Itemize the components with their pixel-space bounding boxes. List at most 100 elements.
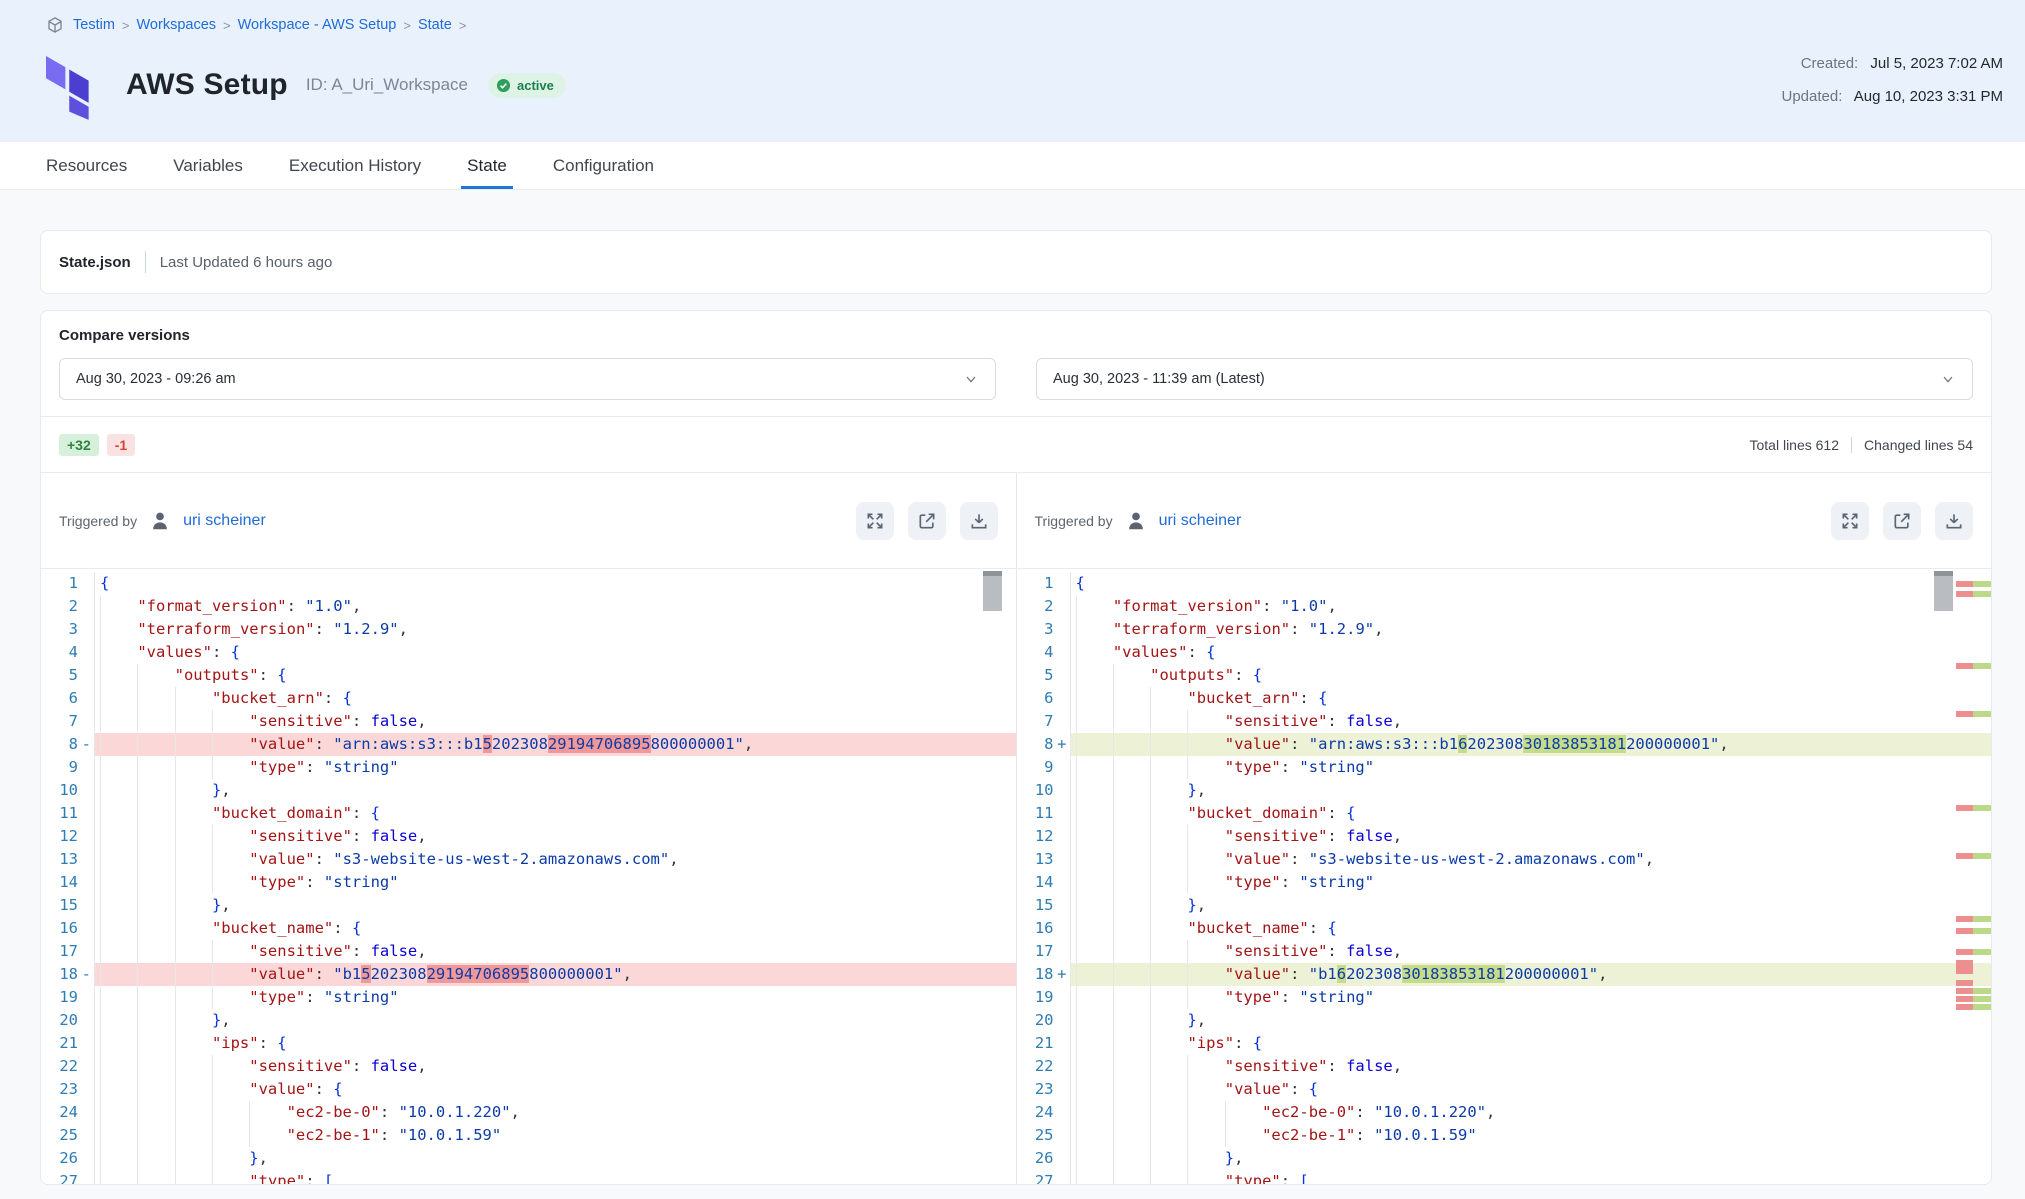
code-line: 5"outputs": {: [41, 664, 1016, 687]
diff-mark: [1956, 853, 1991, 859]
code-line: 12"sensitive": false,: [1017, 825, 1992, 848]
code-pane-right[interactable]: 1{2"format_version": "1.0",3"terraform_v…: [1016, 569, 1992, 1184]
pane-header-left: Triggered by uri scheiner: [41, 473, 1016, 568]
line-number: 10: [41, 779, 95, 802]
updated-label: Updated:: [1781, 88, 1842, 105]
line-number: 11: [41, 802, 95, 825]
code-line: 5"outputs": {: [1017, 664, 1992, 687]
breadcrumb: Testim>Workspaces>Workspace - AWS Setup>…: [46, 16, 2025, 34]
code-line: 1{: [1017, 572, 1992, 595]
code-line: 10},: [1017, 779, 1992, 802]
breadcrumb-link[interactable]: State: [418, 17, 452, 33]
code-line: 17"sensitive": false,: [41, 940, 1016, 963]
code-line: 9"type": "string": [41, 756, 1016, 779]
download-icon: [1944, 511, 1964, 531]
version-select-right-value: Aug 30, 2023 - 11:39 am (Latest): [1053, 371, 1265, 387]
code-line: 7"sensitive": false,: [1017, 710, 1992, 733]
code-line: 18+"value": "b16202308301838531812000000…: [1017, 963, 1992, 986]
changed-lines: Changed lines 54: [1864, 437, 1973, 453]
line-number: 18+: [1017, 963, 1071, 986]
tab-variables[interactable]: Variables: [173, 142, 243, 189]
download-button[interactable]: [960, 502, 998, 540]
compare-title: Compare versions: [59, 327, 1973, 344]
code-line: 8-"value": "arn:aws:s3:::b15202308291947…: [41, 733, 1016, 756]
breadcrumb-separator: >: [122, 18, 130, 33]
code-line: 25"ec2-be-1": "10.0.1.59": [1017, 1124, 1992, 1147]
line-number: 25: [41, 1124, 95, 1147]
diff-mark: [1956, 916, 1991, 922]
line-number: 9: [41, 756, 95, 779]
code-line: 8+"value": "arn:aws:s3:::b16202308301838…: [1017, 733, 1992, 756]
line-number: 22: [1017, 1055, 1071, 1078]
code-line: 24"ec2-be-0": "10.0.1.220",: [41, 1101, 1016, 1124]
line-number: 3: [41, 618, 95, 641]
open-external-button[interactable]: [908, 502, 946, 540]
triggered-by-label: Triggered by: [1035, 513, 1113, 529]
external-link-icon: [1892, 511, 1912, 531]
scrollbar-thumb[interactable]: [1934, 571, 1953, 611]
page-header: Testim>Workspaces>Workspace - AWS Setup>…: [0, 0, 2025, 142]
tab-resources[interactable]: Resources: [46, 142, 127, 189]
code-line: 13"value": "s3-website-us-west-2.amazona…: [1017, 848, 1992, 871]
diff-mark: [1956, 960, 1991, 974]
tab-state[interactable]: State: [467, 142, 507, 189]
line-number: 22: [41, 1055, 95, 1078]
code-line: 15},: [1017, 894, 1992, 917]
line-number: 2: [41, 595, 95, 618]
line-number: 12: [1017, 825, 1071, 848]
diff-mark: [1956, 996, 1991, 1002]
version-select-right[interactable]: Aug 30, 2023 - 11:39 am (Latest): [1036, 358, 1973, 400]
code-line: 1{: [41, 572, 1016, 595]
open-external-button[interactable]: [1883, 502, 1921, 540]
download-button[interactable]: [1935, 502, 1973, 540]
version-select-left-value: Aug 30, 2023 - 09:26 am: [76, 371, 236, 387]
code-line: 19"type": "string": [41, 986, 1016, 1009]
line-number: 13: [41, 848, 95, 871]
deletions-badge: -1: [107, 434, 135, 456]
code-line: 16"bucket_name": {: [1017, 917, 1992, 940]
breadcrumb-link[interactable]: Testim: [73, 17, 115, 33]
tab-configuration[interactable]: Configuration: [553, 142, 654, 189]
divider: [145, 251, 146, 273]
code-line: 27"type": [: [1017, 1170, 1992, 1184]
expand-button[interactable]: [1831, 502, 1869, 540]
code-line: 23"value": {: [1017, 1078, 1992, 1101]
triggered-by-user-left[interactable]: uri scheiner: [183, 512, 266, 530]
external-link-icon: [917, 511, 937, 531]
code-line: 23"value": {: [41, 1078, 1016, 1101]
triggered-by-user-right[interactable]: uri scheiner: [1159, 512, 1242, 530]
code-line: 21"ips": {: [1017, 1032, 1992, 1055]
version-select-left[interactable]: Aug 30, 2023 - 09:26 am: [59, 358, 996, 400]
code-line: 2"format_version": "1.0",: [1017, 595, 1992, 618]
code-line: 14"type": "string": [1017, 871, 1992, 894]
line-number: 26: [41, 1147, 95, 1170]
line-number: 7: [1017, 710, 1071, 733]
compare-card: Compare versions Aug 30, 2023 - 09:26 am…: [40, 310, 1992, 1185]
total-lines: Total lines 612: [1750, 437, 1840, 453]
code-line: 20},: [1017, 1009, 1992, 1032]
line-number: 26: [1017, 1147, 1071, 1170]
divider: [1851, 437, 1852, 453]
line-number: 19: [41, 986, 95, 1009]
diff-mark: [1956, 928, 1991, 934]
code-line: 15},: [41, 894, 1016, 917]
breadcrumb-link[interactable]: Workspace - AWS Setup: [238, 17, 397, 33]
line-number: 5: [41, 664, 95, 687]
code-line: 19"type": "string": [1017, 986, 1992, 1009]
expand-button[interactable]: [856, 502, 894, 540]
breadcrumb-link[interactable]: Workspaces: [137, 17, 217, 33]
code-pane-left[interactable]: 1{2"format_version": "1.0",3"terraform_v…: [41, 569, 1016, 1184]
scrollbar-thumb[interactable]: [983, 571, 1002, 611]
code-line: 17"sensitive": false,: [1017, 940, 1992, 963]
code-line: 3"terraform_version": "1.2.9",: [1017, 618, 1992, 641]
line-number: 16: [1017, 917, 1071, 940]
created-label: Created:: [1801, 55, 1859, 72]
code-line: 10},: [41, 779, 1016, 802]
line-number: 2: [1017, 595, 1071, 618]
line-number: 7: [41, 710, 95, 733]
person-icon: [149, 510, 171, 532]
line-number: 1: [41, 572, 95, 595]
tab-execution-history[interactable]: Execution History: [289, 142, 421, 189]
check-circle-icon: [496, 78, 511, 93]
code-line: 11"bucket_domain": {: [41, 802, 1016, 825]
